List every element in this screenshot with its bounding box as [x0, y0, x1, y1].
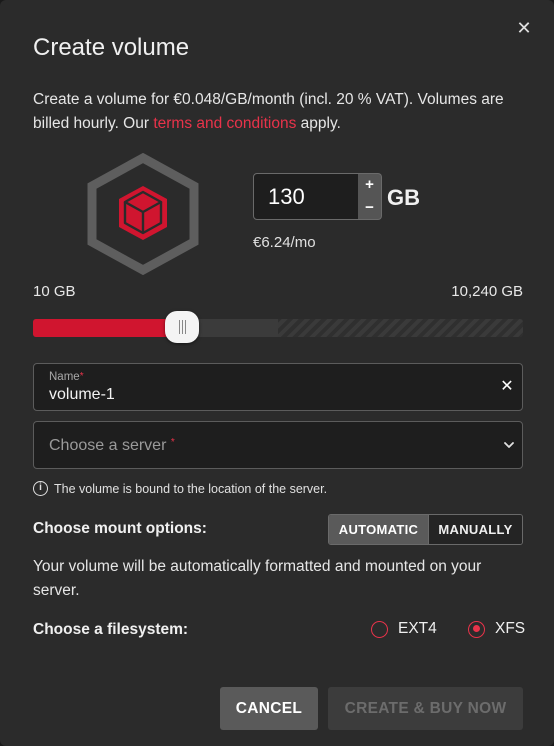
chevron-down-icon[interactable] [502, 438, 516, 452]
slider-max-label: 10,240 GB [451, 283, 523, 300]
clear-name-icon[interactable]: ✕ [497, 377, 517, 397]
terms-link[interactable]: terms and conditions [153, 115, 296, 132]
slider-min-label: 10 GB [33, 283, 76, 300]
mount-description: Your volume will be automatically format… [33, 558, 482, 599]
increment-button[interactable]: + [358, 174, 381, 197]
intro-text-tail: apply. [296, 115, 341, 132]
radio-unchecked-icon[interactable] [371, 620, 388, 638]
create-and-buy-button[interactable]: CREATE & BUY NOW [328, 687, 523, 730]
volume-size-input[interactable] [253, 173, 359, 220]
server-select[interactable]: Choose a server * [33, 421, 523, 469]
name-field-value[interactable]: volume-1 [49, 386, 115, 404]
filesystem-radio-ext4[interactable]: EXT4 [371, 620, 437, 638]
mount-options-toggle: AUTOMATIC MANUALLY [328, 514, 523, 545]
name-field[interactable]: Name* volume-1 ✕ [33, 363, 523, 411]
radio-label: EXT4 [398, 620, 437, 637]
close-icon[interactable]: ✕ [514, 18, 534, 38]
filesystem-radio-xfs[interactable]: XFS [468, 620, 525, 638]
radio-checked-icon[interactable] [468, 620, 485, 638]
info-icon: i [33, 481, 48, 496]
mount-manually-button[interactable]: MANUALLY [428, 515, 522, 544]
intro-text: Create a volume for €0.048/GB/month (inc… [33, 88, 533, 136]
monthly-price: €6.24/mo [253, 234, 316, 251]
size-slider-track[interactable] [33, 319, 523, 337]
server-placeholder-text: Choose a server [49, 437, 167, 454]
dialog-title: Create volume [33, 34, 190, 61]
slider-fill [33, 319, 182, 337]
slider-handle[interactable] [165, 311, 199, 343]
server-select-placeholder: Choose a server * [49, 437, 175, 455]
decrement-button[interactable]: − [358, 197, 381, 220]
required-mark: * [79, 371, 84, 382]
server-location-hint: i The volume is bound to the location of… [33, 481, 327, 496]
name-label-text: Name [49, 371, 80, 383]
create-volume-dialog: ✕ Create volume Create a volume for €0.0… [0, 0, 554, 746]
volume-hexagon-cube-icon [86, 152, 200, 276]
mount-options-label: Choose mount options: [33, 520, 207, 537]
required-mark: * [170, 437, 175, 448]
size-unit-label: GB [387, 185, 420, 210]
cancel-button[interactable]: CANCEL [220, 687, 318, 730]
radio-label: XFS [495, 620, 526, 637]
filesystem-label: Choose a filesystem: [33, 621, 189, 638]
name-field-label: Name* [49, 371, 84, 383]
hint-text: The volume is bound to the location of t… [54, 481, 328, 496]
mount-automatic-button[interactable]: AUTOMATIC [329, 515, 428, 544]
volume-size-stepper: + − [358, 173, 382, 220]
